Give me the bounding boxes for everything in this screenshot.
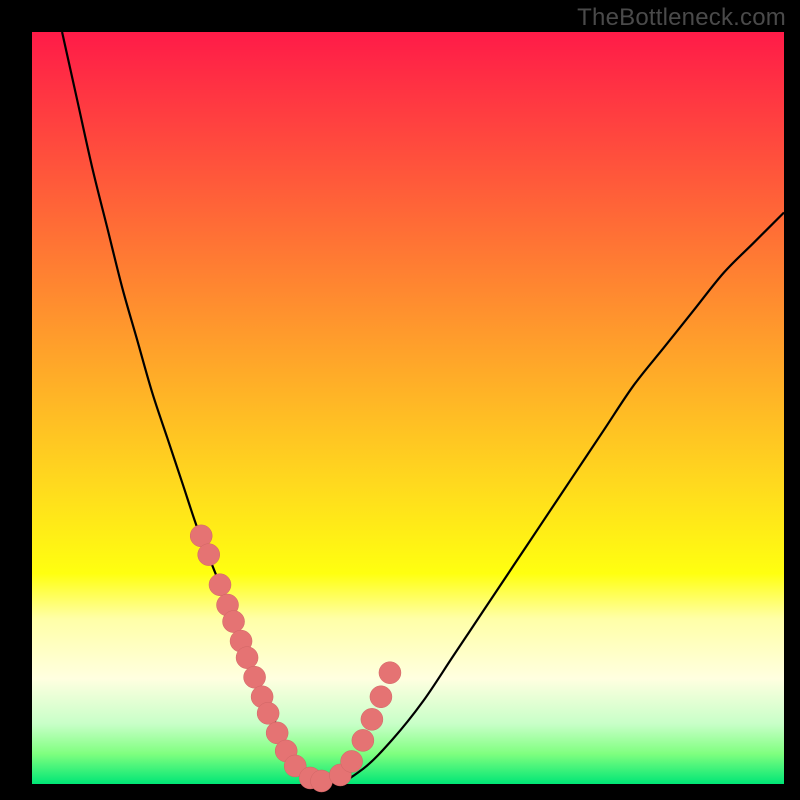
highlight-marker [352,729,374,751]
highlight-marker [370,686,392,708]
chart-frame: TheBottleneck.com [0,0,800,800]
bottleneck-curve [62,32,784,784]
highlight-marker [361,708,383,730]
chart-svg [0,0,800,800]
highlight-marker [198,544,220,566]
highlight-marker [257,702,279,724]
highlight-marker [341,750,363,772]
highlight-marker [379,662,401,684]
highlight-marker [236,647,258,669]
highlight-marker [209,574,231,596]
highlight-markers [190,525,401,792]
highlight-marker [244,666,266,688]
highlight-marker [223,611,245,633]
